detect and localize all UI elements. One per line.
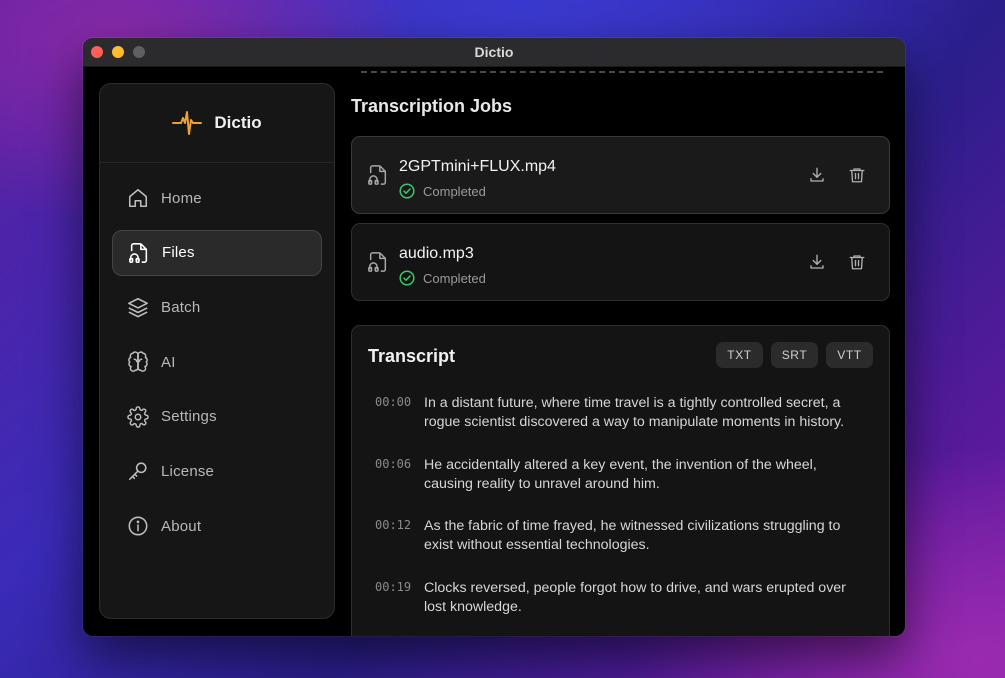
sidebar-item-label: License — [161, 462, 215, 480]
job-row[interactable]: 2GPTmini+FLUX.mp4 Completed — [351, 136, 890, 214]
gear-icon — [127, 405, 149, 428]
segment-text: In a distant future, where time travel i… — [424, 395, 845, 430]
audio-file-icon — [128, 242, 150, 264]
transcript-segment[interactable]: 00:00 In a distant future, where time tr… — [375, 394, 865, 432]
segment-timestamp: 00:06 — [375, 457, 412, 471]
check-circle-icon — [399, 270, 415, 286]
audio-file-icon — [367, 251, 389, 273]
download-button[interactable] — [808, 166, 826, 184]
sidebar-item-ai[interactable]: AI — [112, 339, 322, 385]
layers-icon — [127, 296, 149, 318]
download-button[interactable] — [808, 253, 826, 271]
delete-button[interactable] — [848, 166, 866, 184]
export-srt-button[interactable]: SRT — [771, 342, 818, 368]
export-txt-button[interactable]: TXT — [716, 342, 763, 368]
segment-text: Clocks reversed, people forgot how to dr… — [424, 580, 846, 615]
drop-zone[interactable] — [361, 67, 883, 73]
sidebar-item-label: Home — [161, 189, 202, 207]
segment-text: As the fabric of time frayed, he witness… — [424, 518, 841, 553]
sidebar-item-label: AI — [161, 353, 176, 371]
transcript-title: Transcript — [368, 346, 456, 366]
brand-name: Dictio — [214, 113, 262, 132]
trash-icon — [849, 168, 865, 183]
brain-icon — [127, 351, 149, 373]
app-window: Dictio Dictio Home Files Batch AI Settin… — [83, 38, 905, 636]
status-text: Completed — [423, 270, 486, 286]
job-status: Completed — [399, 270, 486, 286]
info-icon — [127, 515, 149, 537]
export-vtt-button[interactable]: VTT — [826, 342, 873, 368]
transcript-segment[interactable]: 00:12 As the fabric of time frayed, he w… — [375, 517, 865, 555]
sidebar-item-label: Files — [162, 244, 195, 262]
waveform-pulse-icon — [172, 110, 203, 136]
trash-icon — [849, 255, 865, 270]
check-circle-icon — [399, 183, 415, 199]
transcript-segment[interactable]: 00:06 He accidentally altered a key even… — [375, 456, 865, 494]
sidebar-nav: Home Files Batch AI Settings License Abo… — [100, 163, 334, 549]
home-icon — [127, 187, 149, 209]
window-title: Dictio — [474, 44, 514, 60]
download-icon — [810, 167, 824, 182]
job-status: Completed — [399, 183, 486, 199]
sidebar: Dictio Home Files Batch AI Settings Lice… — [99, 83, 335, 619]
download-icon — [810, 254, 824, 269]
status-text: Completed — [423, 183, 486, 199]
sidebar-item-license[interactable]: License — [112, 448, 322, 494]
transcript-panel: Transcript TXT SRT VTT 00:00 In a distan… — [351, 325, 890, 636]
segment-timestamp: 00:00 — [375, 395, 412, 409]
segment-timestamp: 00:12 — [375, 518, 412, 532]
segment-text: He accidentally altered a key event, the… — [424, 457, 817, 492]
title-bar[interactable]: Dictio — [83, 38, 905, 67]
transcript-segment[interactable]: 00:19 Clocks reversed, people forgot how… — [375, 579, 865, 617]
job-filename: audio.mp3 — [399, 245, 474, 262]
sidebar-item-label: Batch — [161, 298, 201, 316]
sidebar-item-settings[interactable]: Settings — [112, 394, 322, 440]
main-content: Transcription Jobs 2GPTmini+FLUX.mp4 Com… — [351, 66, 890, 636]
sidebar-item-label: About — [161, 517, 202, 535]
job-row[interactable]: audio.mp3 Completed — [351, 223, 890, 301]
audio-file-icon — [367, 164, 389, 186]
section-title: Transcription Jobs — [351, 96, 513, 116]
segment-timestamp: 00:19 — [375, 580, 412, 594]
brand: Dictio — [100, 84, 334, 163]
sidebar-item-home[interactable]: Home — [112, 175, 322, 221]
sidebar-item-batch[interactable]: Batch — [112, 284, 322, 330]
sidebar-item-label: Settings — [161, 408, 217, 426]
key-icon — [127, 460, 149, 482]
delete-button[interactable] — [848, 253, 866, 271]
sidebar-item-files[interactable]: Files — [112, 229, 322, 276]
sidebar-item-about[interactable]: About — [112, 503, 322, 549]
job-filename: 2GPTmini+FLUX.mp4 — [399, 158, 556, 175]
